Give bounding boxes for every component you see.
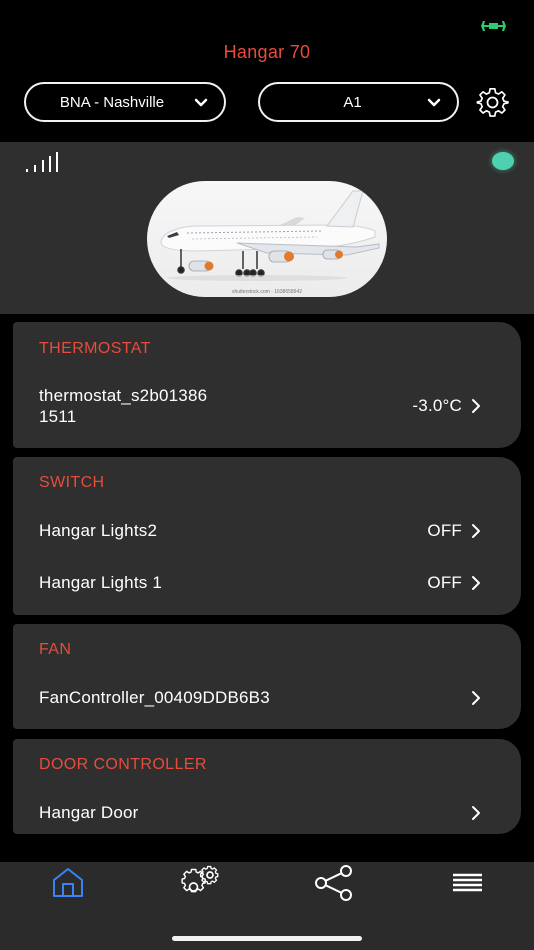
gear-icon[interactable] bbox=[476, 86, 509, 119]
airport-select-value: BNA - Nashville bbox=[59, 93, 165, 111]
thermostat-row[interactable]: thermostat_s2b01386 1511 -3.0°C bbox=[39, 385, 482, 427]
fan-row[interactable]: FanController_00409DDB6B3 bbox=[39, 687, 482, 708]
chevron-right-icon bbox=[472, 523, 480, 538]
switch-row-hangar-lights-1[interactable]: Hangar Lights 1 OFF bbox=[39, 572, 482, 593]
device-name: Hangar Door bbox=[39, 803, 139, 822]
door-row[interactable]: Hangar Door bbox=[39, 802, 482, 823]
connection-status-indicator bbox=[492, 152, 514, 170]
menu-icon[interactable] bbox=[445, 865, 489, 901]
share-icon[interactable] bbox=[312, 865, 356, 901]
page-title: Hangar 70 bbox=[223, 42, 311, 62]
battery-charging-icon bbox=[481, 21, 506, 31]
chevron-right-icon bbox=[472, 575, 480, 590]
home-icon[interactable] bbox=[46, 865, 90, 901]
image-watermark: shutterstock.com · 1638658942 bbox=[231, 289, 303, 295]
thermostat-section: THERMOSTAT thermostat_s2b01386 1511 -3.0… bbox=[13, 322, 521, 448]
chevron-right-icon bbox=[472, 399, 480, 413]
chevron-down-icon bbox=[427, 98, 441, 107]
thermostat-temperature: -3.0°C bbox=[412, 396, 462, 415]
section-title: FAN bbox=[39, 641, 72, 658]
device-name: FanController_00409DDB6B3 bbox=[39, 688, 270, 707]
device-name: Hangar Lights2 bbox=[39, 521, 158, 540]
switch-section: SWITCH Hangar Lights2 OFF Hangar Lights … bbox=[13, 457, 521, 615]
chevron-right-icon bbox=[472, 805, 480, 820]
chevron-down-icon bbox=[194, 98, 208, 107]
settings-gears-icon[interactable] bbox=[179, 865, 223, 901]
chevron-right-icon bbox=[472, 690, 480, 705]
aircraft-image: shutterstock.com · 1638658942 bbox=[147, 181, 387, 297]
section-title: DOOR CONTROLLER bbox=[39, 756, 207, 773]
hangar-select[interactable]: A1 bbox=[258, 82, 459, 122]
switch-row-hangar-lights2[interactable]: Hangar Lights2 OFF bbox=[39, 520, 482, 541]
signal-bars-icon bbox=[26, 152, 58, 172]
device-name: Hangar Lights 1 bbox=[39, 573, 163, 592]
fan-section: FAN FanController_00409DDB6B3 bbox=[13, 624, 521, 729]
airport-select[interactable]: BNA - Nashville bbox=[24, 82, 226, 122]
switch-state: OFF bbox=[427, 520, 462, 540]
section-title: THERMOSTAT bbox=[39, 340, 151, 357]
door-controller-section: DOOR CONTROLLER Hangar Door bbox=[13, 739, 521, 834]
hangar-select-value: A1 bbox=[343, 93, 362, 111]
switch-state: OFF bbox=[427, 572, 462, 592]
airplane-icon bbox=[160, 190, 380, 281]
section-title: SWITCH bbox=[39, 474, 105, 491]
device-name: thermostat_s2b01386 1511 bbox=[39, 386, 208, 426]
home-indicator[interactable] bbox=[172, 936, 362, 941]
